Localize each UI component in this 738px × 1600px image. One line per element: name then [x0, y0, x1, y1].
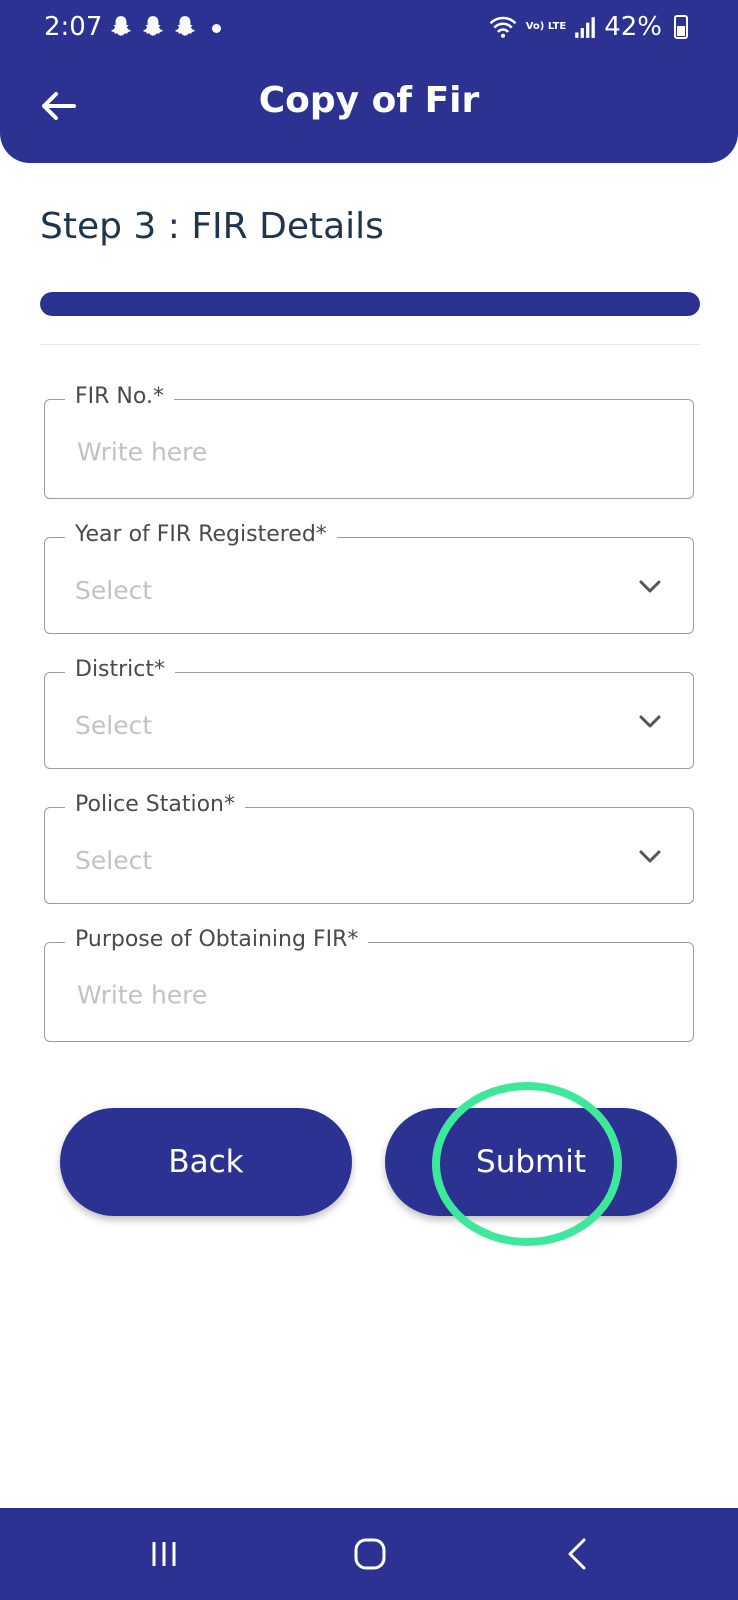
nav-back-icon[interactable] — [558, 1536, 598, 1572]
snapchat-icon — [175, 16, 195, 36]
progress-bar — [40, 292, 700, 316]
network-type: Vo) LTE — [525, 21, 567, 32]
battery-percent: 42% — [604, 12, 662, 42]
purpose-input[interactable] — [75, 979, 623, 1011]
district-value: Select — [75, 710, 153, 740]
page-title: Copy of Fir — [258, 80, 480, 121]
police-station-label: Police Station* — [65, 792, 246, 817]
district-label: District* — [65, 657, 176, 682]
snapchat-icon — [143, 16, 163, 36]
purpose-field[interactable]: Purpose of Obtaining FIR* — [44, 927, 694, 1042]
divider — [40, 344, 700, 345]
fir-no-label: FIR No.* — [65, 384, 174, 409]
recent-apps-icon[interactable] — [144, 1536, 184, 1572]
status-indicators: Vo) LTE 42% — [488, 12, 688, 42]
year-select[interactable]: Year of FIR Registered* Select — [44, 522, 694, 634]
district-select[interactable]: District* Select — [44, 657, 694, 769]
signal-icon — [575, 17, 596, 38]
police-station-select[interactable]: Police Station* Select — [44, 792, 694, 904]
snapchat-icon — [111, 16, 131, 36]
notification-icons — [108, 14, 198, 40]
year-label: Year of FIR Registered* — [65, 522, 337, 547]
home-icon[interactable] — [350, 1536, 390, 1572]
purpose-label: Purpose of Obtaining FIR* — [65, 927, 369, 952]
status-bar: 2:07 Vo) LTE 42% — [0, 0, 738, 60]
notification-dot — [212, 24, 221, 33]
wifi-icon — [489, 16, 517, 38]
fir-no-input[interactable] — [75, 436, 623, 468]
submit-button[interactable]: Submit — [385, 1108, 677, 1216]
fir-no-field[interactable]: FIR No.* — [44, 384, 694, 499]
status-time: 2:07 — [44, 12, 103, 42]
chevron-down-icon[interactable] — [637, 573, 663, 599]
back-button[interactable]: Back — [60, 1108, 352, 1216]
system-nav-bar — [0, 1508, 738, 1600]
year-value: Select — [75, 575, 153, 605]
step-title: Step 3 : FIR Details — [40, 206, 384, 247]
battery-icon — [674, 15, 688, 39]
police-station-value: Select — [75, 845, 153, 875]
progress-fill — [40, 292, 700, 316]
chevron-down-icon[interactable] — [637, 708, 663, 734]
chevron-down-icon[interactable] — [637, 843, 663, 869]
app-header: 2:07 Vo) LTE 42% Copy of Fir — [0, 0, 738, 163]
